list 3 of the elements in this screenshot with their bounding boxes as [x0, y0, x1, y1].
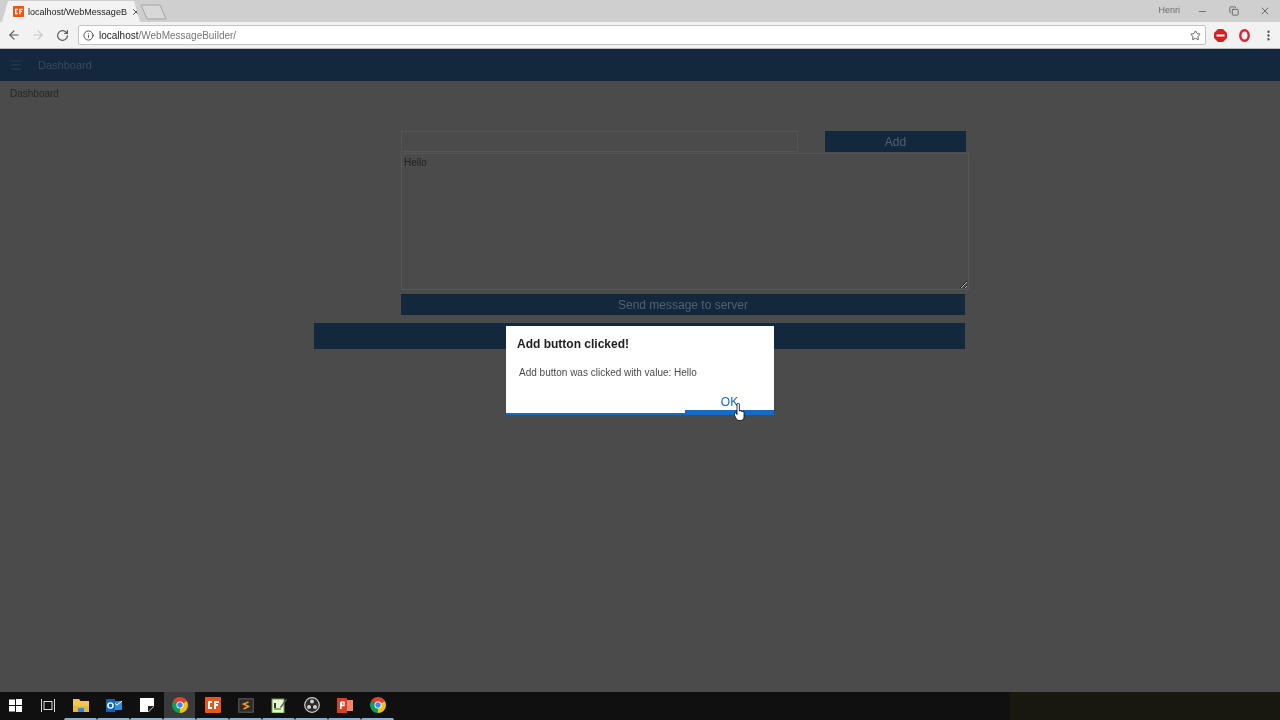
dialog-message: Add button was clicked with value: Hello — [519, 367, 697, 378]
url-text: localhost/WebMessageBuilder/ — [99, 29, 238, 41]
dialog-title: Add button clicked! — [517, 337, 629, 351]
